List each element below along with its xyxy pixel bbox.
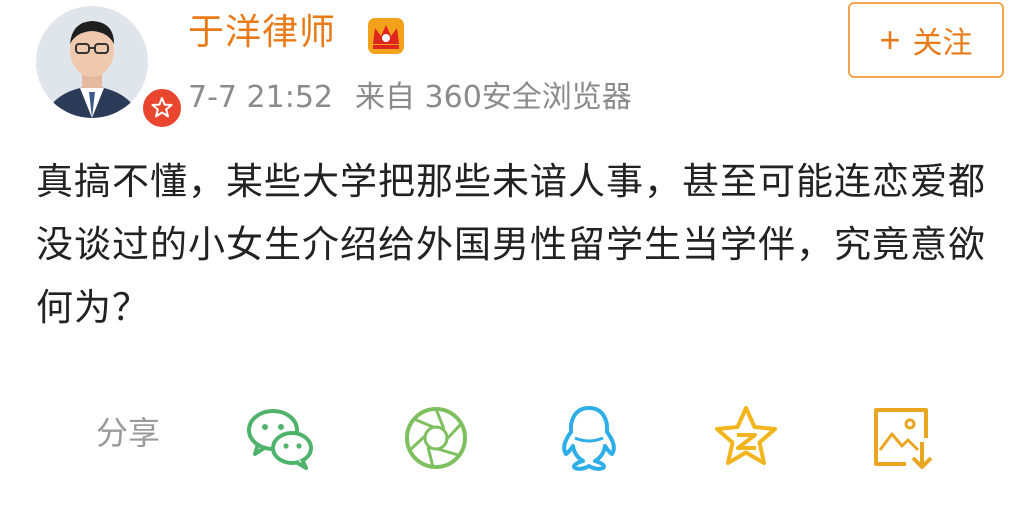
crown-icon[interactable] — [364, 14, 408, 58]
post-text: 真搞不懂，某些大学把那些未谙人事，甚至可能连恋爱都没谈过的小女生介绍给外国男性留… — [36, 160, 986, 329]
qq-icon[interactable] — [553, 402, 625, 474]
wechat-icon[interactable] — [244, 402, 316, 474]
save-image-icon[interactable] — [866, 402, 938, 474]
share-label: 分享 — [96, 414, 161, 452]
plus-icon: + — [879, 19, 901, 60]
username[interactable]: 于洋律师 — [188, 8, 336, 58]
follow-label: 关注 — [912, 27, 973, 60]
post-timestamp: 7-7 21:52 — [188, 80, 333, 115]
verified-star-icon — [140, 86, 184, 130]
post-source: 来自 360安全浏览器 — [355, 80, 632, 115]
follow-button[interactable]: + 关注 — [848, 2, 1004, 78]
qzone-icon[interactable] — [710, 402, 782, 474]
avatar-photo — [36, 6, 148, 118]
post-meta: 7-7 21:52 来自 360安全浏览器 — [188, 76, 632, 120]
user-avatar[interactable] — [36, 6, 184, 130]
moments-icon[interactable] — [400, 402, 472, 474]
